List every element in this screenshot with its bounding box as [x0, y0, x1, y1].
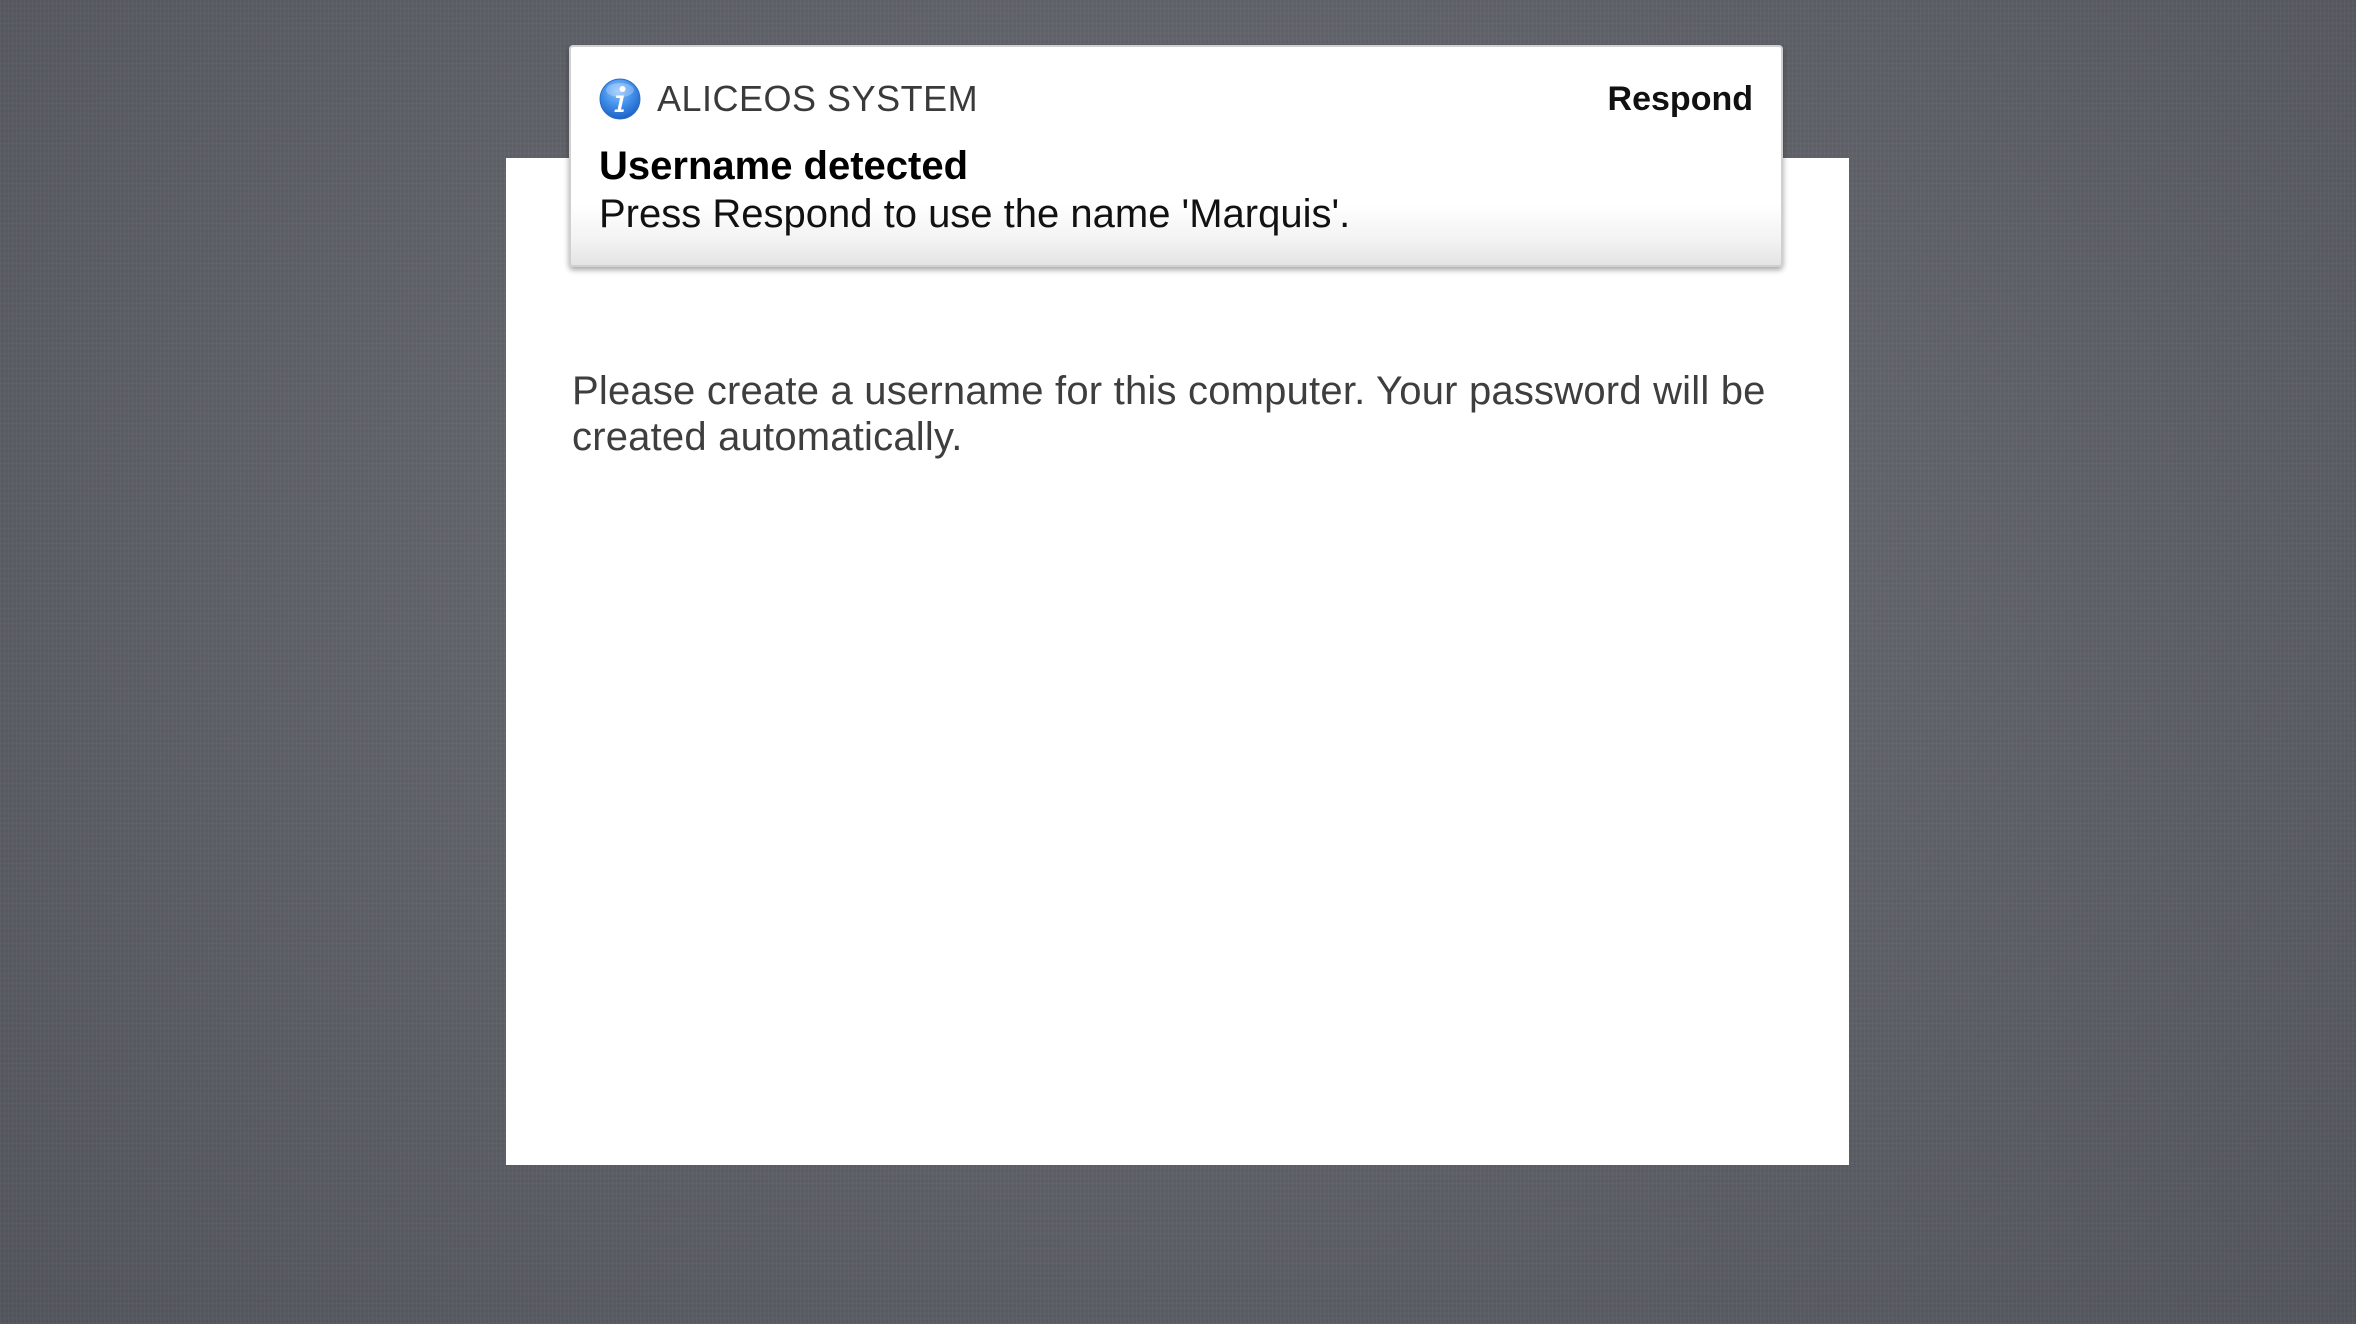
notification-header: ALICEOS SYSTEM Respond [599, 77, 1753, 121]
username-prompt-text: Please create a username for this comput… [572, 369, 1766, 459]
notification-banner[interactable]: ALICEOS SYSTEM Respond Username detected… [569, 45, 1783, 267]
respond-button[interactable]: Respond [1608, 77, 1753, 121]
setup-panel: Please create a username for this comput… [506, 158, 1849, 1165]
notification-body: Press Respond to use the name 'Marquis'. [599, 192, 1351, 236]
notification-app-name: ALICEOS SYSTEM [657, 78, 979, 119]
info-icon [599, 78, 641, 120]
notification-title: Username detected [599, 144, 969, 188]
